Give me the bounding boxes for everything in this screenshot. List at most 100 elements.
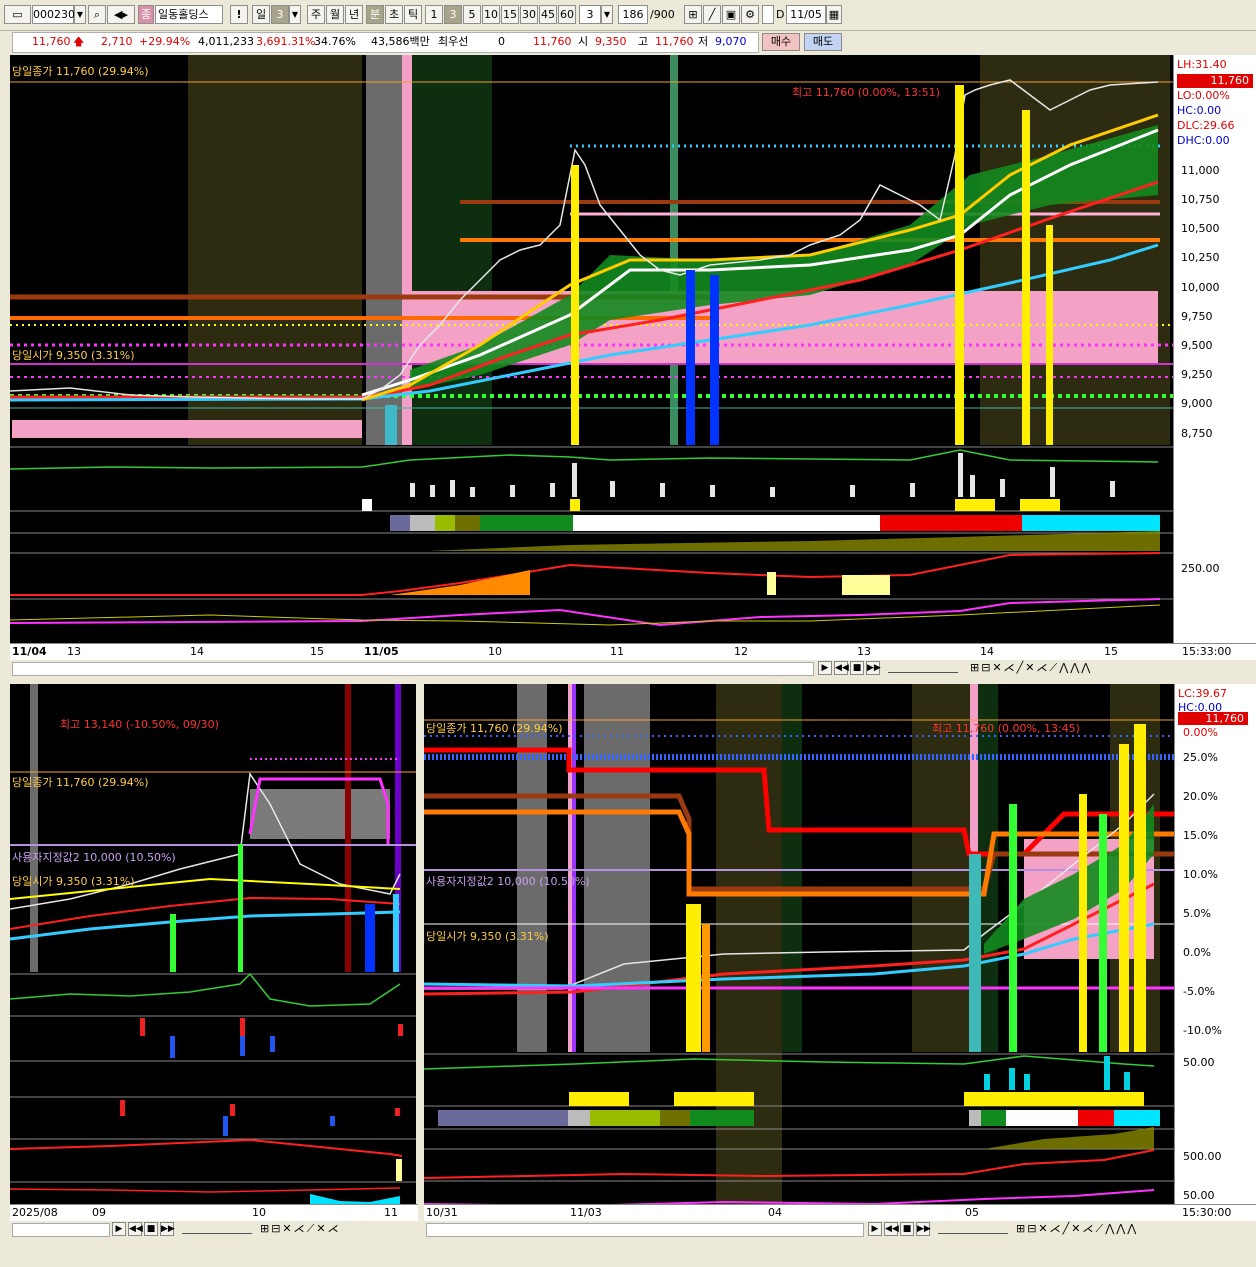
zoom-slider[interactable] — [888, 663, 958, 673]
prev-next-icon[interactable]: ◀▸ — [107, 5, 135, 24]
y-tick: -10.0% — [1183, 1024, 1222, 1037]
bl-user-label: 사용자지정값2 10,000 (10.50%) — [12, 851, 176, 864]
sub-y-tick: 50.00 — [1183, 1056, 1215, 1069]
stop-icon[interactable]: ■ — [144, 1222, 158, 1236]
date-input[interactable]: 11/05 — [786, 5, 826, 24]
volume: 4,011,233 — [198, 35, 254, 48]
fast-forward-icon[interactable]: ▶▶ — [866, 661, 881, 675]
y-tick: 9,000 — [1181, 397, 1213, 410]
x-label: 11/04 — [12, 645, 47, 658]
x-label: 11/03 — [570, 1206, 602, 1219]
period-month-button[interactable]: 월 — [326, 5, 344, 24]
br-scrollbar[interactable]: ▶ ◀◀ ■ ▶▶ ⊞⊟✕⋌╱✕⋌⟋⋀⋀⋀ — [424, 1221, 1256, 1237]
minute-15-button[interactable]: 15 — [501, 5, 519, 24]
minute-45-button[interactable]: 45 — [539, 5, 557, 24]
buy-button[interactable]: 매수 — [762, 33, 800, 51]
scroll-left-icon[interactable]: ▶ — [818, 661, 832, 675]
save-icon[interactable]: ▣ — [722, 5, 740, 24]
draw-icon[interactable]: ╱ — [703, 5, 721, 24]
layout-icon[interactable]: ▭ — [4, 5, 31, 24]
sub-y-tick: 500.00 — [1183, 1150, 1222, 1163]
top-chart-svg: 당일종가 11,760 (29.94%) 당일시가 9,350 (3.31%) … — [10, 55, 1173, 627]
count-input[interactable]: 186 — [618, 5, 648, 24]
stock-code-input[interactable]: 000230 — [32, 5, 75, 24]
draw-tools-icon[interactable]: ⊞⊟✕⋌╱✕⋌⟋⋀⋀⋀ — [970, 661, 1092, 675]
draw-tools-icon[interactable]: ⊞⊟✕⋌⟋✕⋌ — [260, 1222, 341, 1236]
top-y-axis: LH:31.40 11,760 LO:0.00% HC:0.00 DLC:29.… — [1173, 55, 1256, 643]
bottom-left-chart[interactable]: 최고 13,140 (-10.50%, 09/30) 당일종가 11,760 (… — [10, 684, 416, 1204]
period-minute-button[interactable]: 분 — [366, 5, 384, 24]
gear-icon[interactable]: ⚙ — [741, 5, 759, 24]
scroll-left-icon[interactable]: ▶ — [112, 1222, 126, 1236]
minute-3-button[interactable]: 3 — [444, 5, 462, 24]
rewind-icon[interactable]: ◀◀ — [834, 661, 849, 675]
y-tick: 9,500 — [1181, 339, 1213, 352]
minute-30-button[interactable]: 30 — [520, 5, 538, 24]
fast-forward-icon[interactable]: ▶▶ — [160, 1222, 175, 1236]
dlc-label: DLC:29.66 — [1177, 119, 1235, 132]
period-year-button[interactable]: 년 — [345, 5, 363, 24]
sub-y-tick: 50.00 — [1183, 1189, 1215, 1202]
stop-icon[interactable]: ■ — [900, 1222, 914, 1236]
custom-dropdown-icon[interactable]: ▼ — [601, 5, 613, 24]
period-tick-button[interactable]: 틱 — [404, 5, 422, 24]
fast-forward-icon[interactable]: ▶▶ — [916, 1222, 931, 1236]
turnover: 34.76% — [314, 35, 356, 48]
top-scrollbar[interactable]: ▶ ◀◀ ■ ▶▶ ⊞⊟✕⋌╱✕⋌⟋⋀⋀⋀ — [10, 660, 1256, 676]
code-dropdown-icon[interactable]: ▼ — [74, 5, 86, 24]
x-label: 04 — [768, 1206, 782, 1219]
y-tick: 25.0% — [1183, 751, 1218, 764]
pref-label: 최우선 — [438, 35, 469, 48]
price-tag: 11,760 — [1178, 712, 1248, 725]
volume-ratio: 3,691.31% — [256, 35, 316, 48]
grid-icon[interactable]: ⊞ — [684, 5, 702, 24]
y-tick: 10,000 — [1181, 281, 1220, 294]
x-label: 05 — [965, 1206, 979, 1219]
open-label: 당일시가 9,350 (3.31%) — [12, 348, 135, 362]
scroll-left-icon[interactable]: ▶ — [868, 1222, 882, 1236]
pct-label: 0.00% — [1183, 726, 1218, 739]
period-day-button[interactable]: 일 — [252, 5, 270, 24]
minute-10-button[interactable]: 10 — [482, 5, 500, 24]
lc-label: LC:39.67 — [1178, 687, 1228, 700]
minute-1-button[interactable]: 1 — [425, 5, 443, 24]
lh-label: LH:31.40 — [1177, 58, 1227, 71]
search-icon[interactable]: ⌕ — [88, 5, 106, 24]
br-high-note: 최고 11,760 (0.00%, 13:45) — [932, 722, 1080, 735]
alert-button[interactable]: ! — [230, 5, 248, 24]
zoom-slider[interactable] — [938, 1224, 1008, 1234]
pref-value: 0 — [498, 35, 505, 48]
quote-bar: 11,760 🡅 2,710 +29.94% 4,011,233 3,691.3… — [0, 31, 1256, 53]
rewind-icon[interactable]: ◀◀ — [884, 1222, 899, 1236]
period-dropdown-icon[interactable]: ▼ — [289, 5, 301, 24]
bl-scrollbar[interactable]: ▶ ◀◀ ■ ▶▶ ⊞⊟✕⋌⟋✕⋌ — [10, 1221, 418, 1237]
stop-icon[interactable]: ■ — [850, 661, 864, 675]
top-chart[interactable]: 당일종가 11,760 (29.94%) 당일시가 9,350 (3.31%) … — [10, 55, 1173, 643]
x-label: 13 — [67, 645, 81, 658]
draw-tools-icon[interactable]: ⊞⊟✕⋌╱✕⋌⟋⋀⋀⋀ — [1016, 1222, 1138, 1236]
custom-period-input[interactable]: 3 — [579, 5, 601, 24]
sell-button[interactable]: 매도 — [804, 33, 842, 51]
open-label: 시 — [578, 35, 589, 48]
period-num[interactable]: 3 — [271, 5, 289, 24]
x-label: 10/31 — [426, 1206, 458, 1219]
x-label: 11 — [384, 1206, 398, 1219]
zoom-slider[interactable] — [182, 1224, 252, 1234]
x-label: 11/05 — [364, 645, 399, 658]
calendar-icon[interactable]: ▦ — [826, 5, 842, 24]
date-checkbox[interactable] — [762, 5, 774, 24]
minute-5-button[interactable]: 5 — [463, 5, 481, 24]
y-tick: 20.0% — [1183, 790, 1218, 803]
br-user-label: 사용자지정값2 10,000 (10.50%) — [426, 875, 590, 888]
current-price: 11,760 — [32, 35, 71, 48]
br-y-axis: LC:39.67 HC:0.00 11,760 0.00% 25.0% 20.0… — [1174, 684, 1256, 1204]
trade-amount: 43,586백만 — [371, 35, 430, 48]
bottom-right-chart[interactable]: 당일종가 11,760 (29.94%) 최고 11,760 (0.00%, 1… — [424, 684, 1174, 1204]
period-second-button[interactable]: 초 — [385, 5, 403, 24]
rewind-icon[interactable]: ◀◀ — [128, 1222, 143, 1236]
period-week-button[interactable]: 주 — [307, 5, 325, 24]
toolbar: ▭ 000230 ▼ ⌕ ◀▸ 종 일동홀딩스 ! 일 3 ▼ 주 월 년 분 … — [0, 0, 1256, 31]
minute-60-button[interactable]: 60 — [558, 5, 576, 24]
y-tick: 15.0% — [1183, 829, 1218, 842]
stock-name[interactable]: 일동홀딩스 — [155, 5, 223, 24]
